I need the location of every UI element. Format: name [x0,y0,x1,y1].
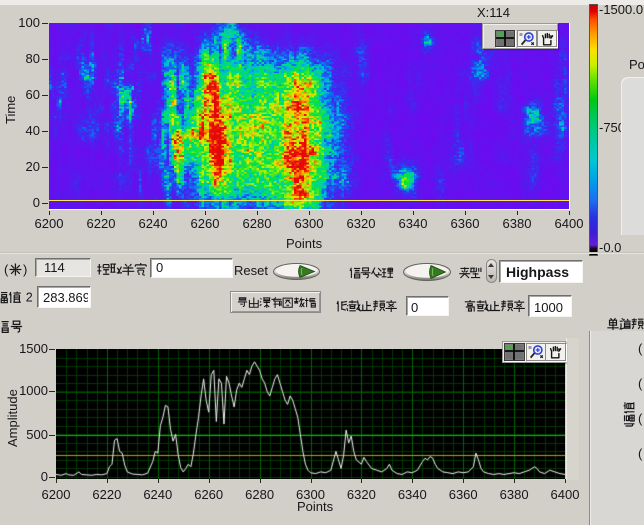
svg-text:(: ( [638,411,643,426]
svg-text:(: ( [638,376,643,391]
svg-text:(: ( [638,446,643,461]
svg-text:2: 2 [26,291,33,305]
svg-text:): ) [23,262,27,277]
svg-text:(: ( [4,262,9,277]
svg-text:(: ( [638,341,643,356]
